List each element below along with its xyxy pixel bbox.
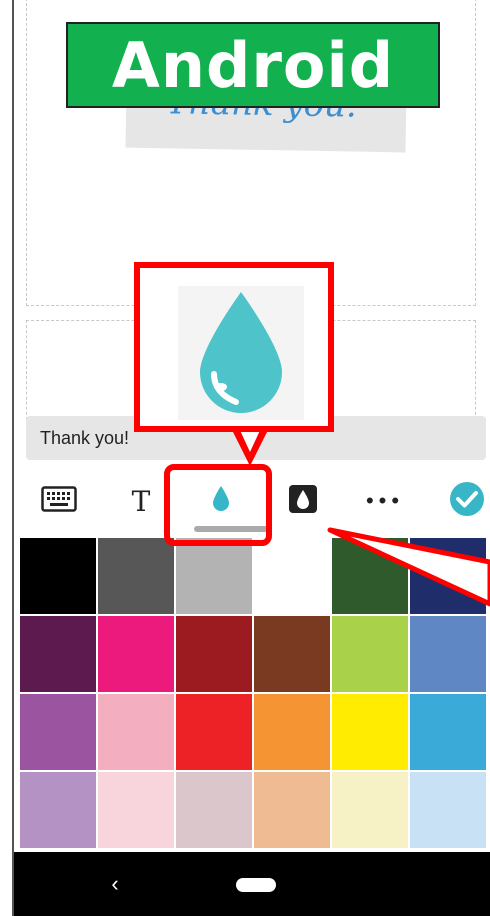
drop-icon-callout: [134, 262, 334, 432]
callout-pointer: [232, 426, 490, 607]
callout-drop-image: [178, 286, 304, 420]
fill-tool-highlight: [164, 464, 272, 546]
